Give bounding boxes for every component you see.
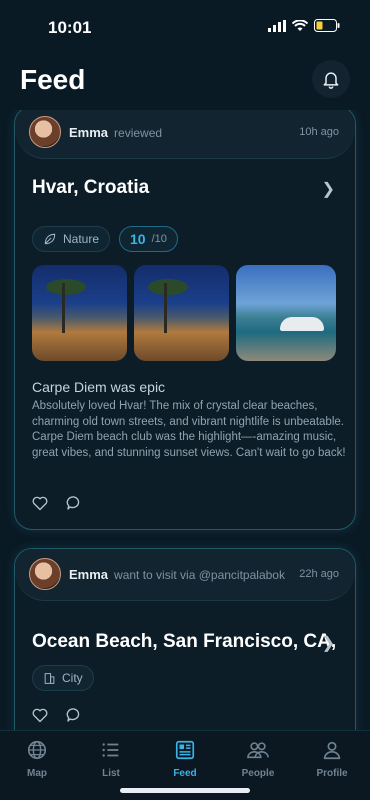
status-time: 10:01 (48, 18, 92, 37)
place-name[interactable]: Hvar, Croatia (32, 177, 149, 199)
tab-list[interactable]: List (76, 739, 146, 779)
tab-label: People (241, 768, 275, 779)
post-action: reviewed (114, 126, 163, 140)
post-photo[interactable] (32, 265, 127, 361)
wifi-icon (292, 19, 308, 31)
chevron-right-icon[interactable]: ❯ (322, 633, 335, 653)
list-icon (102, 743, 119, 757)
status-bar: 10:01 (0, 0, 370, 52)
tab-label: List (102, 768, 120, 779)
bell-icon (323, 72, 339, 89)
review-title: Carpe Diem was epic (32, 379, 166, 395)
post-time: 10h ago (299, 126, 339, 138)
home-indicator (120, 788, 250, 793)
feed-list[interactable]: Emma reviewed 10h ago Hvar, Croatia ❯ Nat… (0, 110, 370, 730)
post-action: want to visit via @pancitpalabok (114, 568, 285, 582)
post-user[interactable]: Emma reviewed (69, 125, 162, 140)
feed-post[interactable]: Emma reviewed 10h ago Hvar, Croatia ❯ Nat… (14, 110, 356, 530)
comment-icon[interactable] (66, 707, 82, 723)
page-title: Feed (20, 64, 86, 95)
score-max: /10 (151, 233, 167, 245)
feed-post[interactable]: Emma want to visit via @pancitpalabok 22h… (14, 548, 356, 730)
category-label: City (62, 671, 83, 685)
tab-people[interactable]: People (223, 739, 293, 779)
avatar[interactable] (29, 116, 61, 148)
status-icons (268, 19, 340, 32)
leaf-icon (44, 233, 56, 245)
category-chip: City (32, 665, 94, 691)
post-photo[interactable] (134, 265, 229, 361)
globe-icon (27, 740, 47, 760)
post-actions (32, 707, 82, 723)
newspaper-icon (175, 740, 195, 760)
battery-icon (314, 19, 340, 32)
notifications-button[interactable] (312, 60, 350, 98)
avatar[interactable] (29, 558, 61, 590)
person-icon (323, 741, 341, 760)
tab-label: Map (27, 768, 47, 779)
place-name[interactable]: Ocean Beach, San Francisco, CA, (32, 631, 336, 653)
score-badge: 10/10 (119, 226, 178, 252)
tab-label: Feed (173, 768, 197, 779)
score-value: 10 (130, 231, 146, 247)
chevron-right-icon[interactable]: ❯ (322, 179, 335, 199)
post-header: Emma reviewed 10h ago (15, 110, 355, 159)
post-user[interactable]: Emma want to visit via @pancitpalabok (69, 567, 285, 582)
signal-icon (268, 19, 286, 32)
tab-feed[interactable]: Feed (150, 739, 220, 779)
people-icon (247, 742, 269, 759)
comment-icon[interactable] (66, 495, 82, 511)
post-photo[interactable] (236, 265, 336, 361)
review-body: Absolutely loved Hvar! The mix of crysta… (32, 400, 346, 459)
tab-label: Profile (316, 768, 348, 779)
tab-map[interactable]: Map (2, 739, 72, 779)
post-actions (32, 495, 82, 511)
category-chip: Nature (32, 226, 111, 252)
header: Feed (0, 52, 370, 110)
tab-profile[interactable]: Profile (297, 739, 367, 779)
heart-icon[interactable] (32, 496, 48, 511)
building-icon (44, 672, 55, 684)
post-time: 22h ago (299, 568, 339, 580)
heart-icon[interactable] (32, 708, 48, 723)
category-label: Nature (63, 232, 100, 246)
post-header: Emma want to visit via @pancitpalabok 22h… (15, 549, 355, 601)
